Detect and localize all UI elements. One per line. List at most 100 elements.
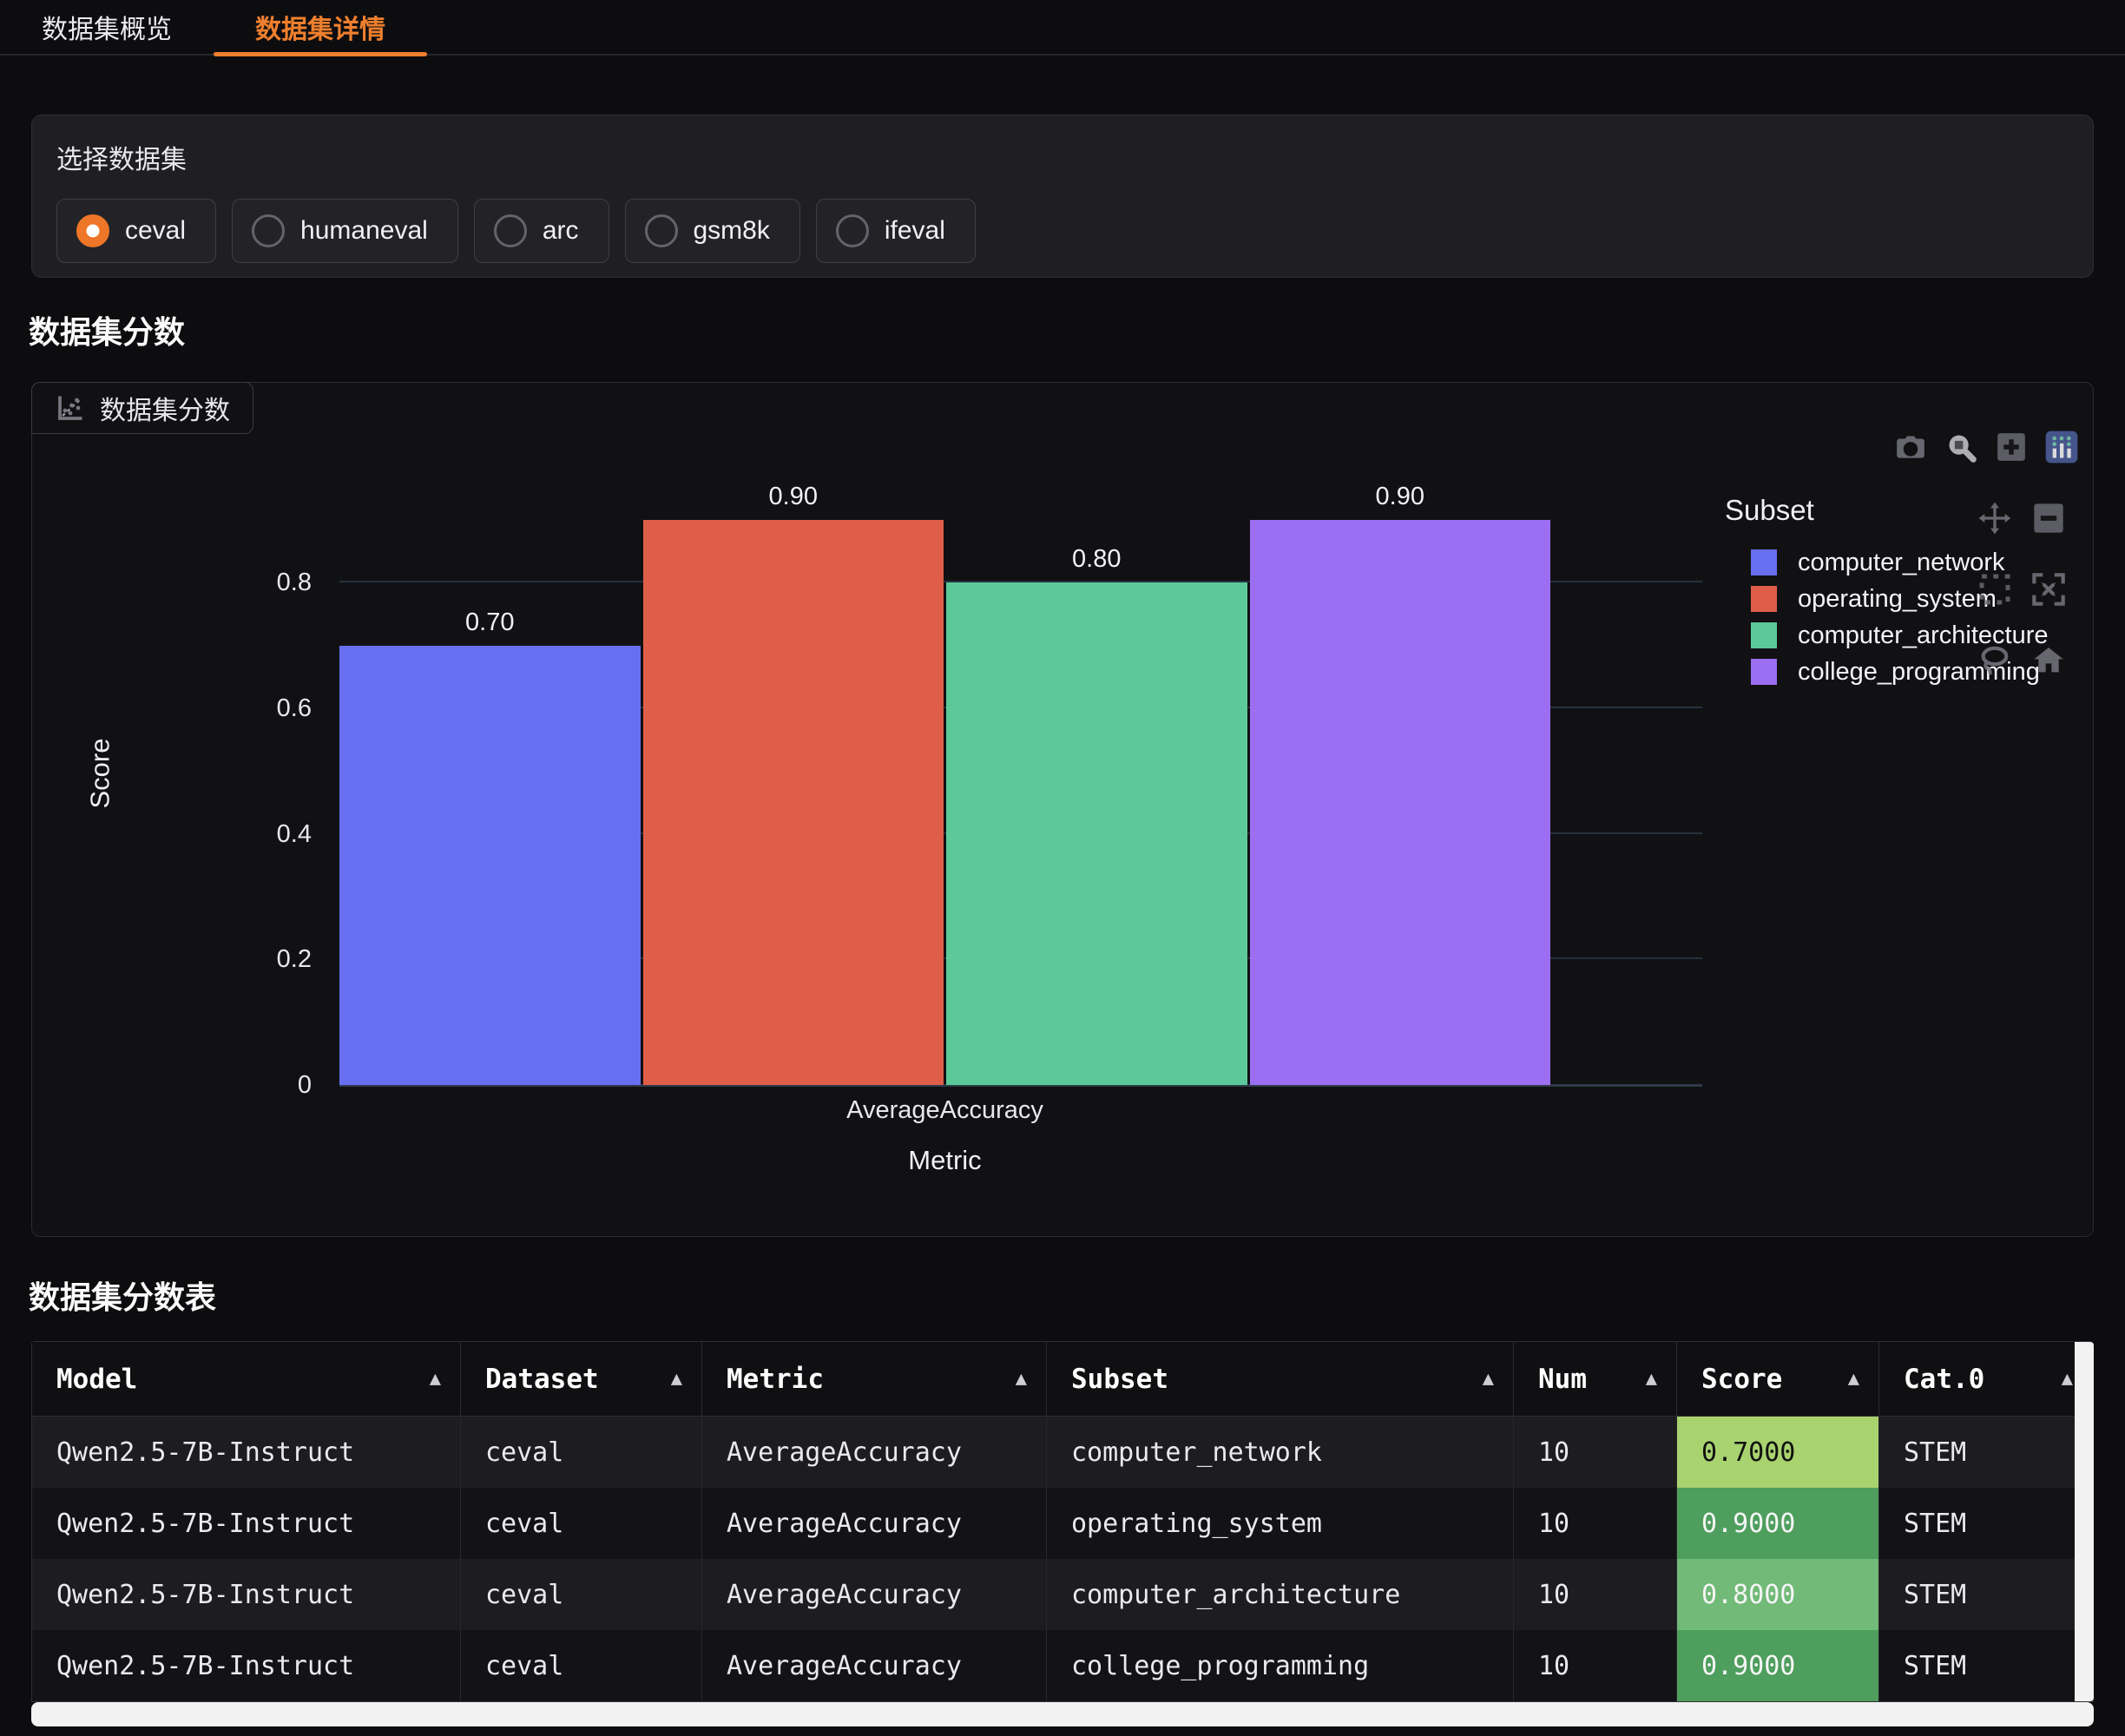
cell-cat: STEM bbox=[1879, 1559, 2093, 1630]
cell-subset: college_programming bbox=[1047, 1630, 1514, 1701]
bar-operating_system[interactable] bbox=[643, 520, 944, 1085]
radio-gsm8k[interactable]: gsm8k bbox=[625, 199, 800, 263]
x-axis-title: Metric bbox=[339, 1145, 1550, 1176]
cell-subset: operating_system bbox=[1047, 1488, 1514, 1559]
bar-computer_architecture[interactable] bbox=[946, 582, 1247, 1085]
bar-column-college_programming: 0.90 bbox=[1250, 470, 1551, 1085]
bar-value-label: 0.80 bbox=[1072, 545, 1121, 574]
radio-humaneval[interactable]: humaneval bbox=[232, 199, 458, 263]
cell-dataset: ceval bbox=[461, 1417, 702, 1488]
column-header-label: Metric bbox=[727, 1364, 824, 1395]
y-axis-title: Score bbox=[84, 739, 115, 809]
bar-column-computer_network: 0.70 bbox=[339, 470, 641, 1085]
bar-column-computer_architecture: 0.80 bbox=[946, 470, 1247, 1085]
bar-value-label: 0.90 bbox=[1376, 483, 1424, 511]
cell-dataset: ceval bbox=[461, 1630, 702, 1701]
pan-icon[interactable] bbox=[1977, 501, 2012, 536]
plot-area: 0.700.900.800.90 bbox=[339, 470, 1702, 1085]
column-header-label: Dataset bbox=[485, 1364, 599, 1395]
bar-value-label: 0.70 bbox=[465, 608, 514, 637]
tab-dataset-details[interactable]: 数据集详情 bbox=[214, 0, 427, 54]
scores-chart-panel: 数据集分数 bbox=[31, 382, 2094, 1237]
column-header-dataset[interactable]: Dataset ▲ bbox=[461, 1342, 702, 1416]
radio-arc[interactable]: arc bbox=[474, 199, 609, 263]
sort-arrow-icon[interactable]: ▲ bbox=[1483, 1368, 1494, 1390]
zoom-icon[interactable] bbox=[1944, 430, 1978, 464]
column-header-model[interactable]: Model ▲ bbox=[32, 1342, 461, 1416]
chart-panel-tab: 数据集分数 bbox=[31, 382, 253, 434]
table-vertical-scrollbar[interactable] bbox=[2075, 1342, 2094, 1701]
cell-metric: AverageAccuracy bbox=[702, 1417, 1047, 1488]
cell-score: 0.9000 bbox=[1677, 1630, 1879, 1701]
dataset-selector-label: 选择数据集 bbox=[56, 138, 2069, 176]
sort-arrow-icon[interactable]: ▲ bbox=[671, 1368, 682, 1390]
cell-model: Qwen2.5-7B-Instruct bbox=[32, 1417, 461, 1488]
y-tick-label: 0.8 bbox=[277, 564, 312, 601]
cell-num: 10 bbox=[1514, 1417, 1677, 1488]
tab-dataset-overview[interactable]: 数据集概览 bbox=[0, 0, 214, 54]
cell-cat: STEM bbox=[1879, 1488, 2093, 1559]
cell-score: 0.9000 bbox=[1677, 1488, 1879, 1559]
column-header-metric[interactable]: Metric ▲ bbox=[702, 1342, 1047, 1416]
plot-modebar bbox=[1893, 430, 2079, 464]
plot-modebar-wrapped bbox=[1970, 483, 2073, 695]
cell-num: 10 bbox=[1514, 1488, 1677, 1559]
radio-unselected-icon bbox=[645, 214, 678, 247]
zoom-out-icon[interactable] bbox=[2031, 501, 2066, 536]
cell-dataset: ceval bbox=[461, 1488, 702, 1559]
legend-label: operating_system bbox=[1798, 585, 1997, 614]
table-row: Qwen2.5-7B-InstructcevalAverageAccuracyc… bbox=[32, 1417, 2093, 1488]
cell-dataset: ceval bbox=[461, 1559, 702, 1630]
table-row: Qwen2.5-7B-InstructcevalAverageAccuracyo… bbox=[32, 1488, 2093, 1559]
scores-table: Model▲Dataset▲Metric▲Subset▲Num▲Score▲Ca… bbox=[31, 1341, 2094, 1702]
legend-swatch-icon bbox=[1751, 586, 1777, 612]
sort-arrow-icon[interactable]: ▲ bbox=[1016, 1368, 1027, 1390]
sort-arrow-icon[interactable]: ▲ bbox=[1848, 1368, 1859, 1390]
table-horizontal-scrollbar[interactable] bbox=[31, 1702, 2094, 1726]
cell-cat: STEM bbox=[1879, 1630, 2093, 1701]
column-header-label: Model bbox=[56, 1364, 137, 1395]
cell-metric: AverageAccuracy bbox=[702, 1630, 1047, 1701]
cell-model: Qwen2.5-7B-Instruct bbox=[32, 1630, 461, 1701]
y-tick-label: 0.6 bbox=[277, 690, 312, 727]
y-tick-label: 0.4 bbox=[277, 816, 312, 852]
cell-score: 0.7000 bbox=[1677, 1417, 1879, 1488]
table-row: Qwen2.5-7B-InstructcevalAverageAccuracyc… bbox=[32, 1630, 2093, 1701]
sort-arrow-icon[interactable]: ▲ bbox=[430, 1368, 441, 1390]
radio-unselected-icon bbox=[252, 214, 285, 247]
camera-icon[interactable] bbox=[1893, 430, 1928, 464]
radio-unselected-icon bbox=[836, 214, 869, 247]
dataset-radio-group: ceval humaneval arc gsm8k ifeval bbox=[56, 199, 2069, 263]
sort-arrow-icon[interactable]: ▲ bbox=[1646, 1368, 1657, 1390]
cell-metric: AverageAccuracy bbox=[702, 1488, 1047, 1559]
zoom-in-icon[interactable] bbox=[1994, 430, 2029, 464]
sort-arrow-icon[interactable]: ▲ bbox=[2062, 1368, 2073, 1390]
cell-model: Qwen2.5-7B-Instruct bbox=[32, 1559, 461, 1630]
radio-selected-icon bbox=[76, 214, 109, 247]
cell-metric: AverageAccuracy bbox=[702, 1559, 1047, 1630]
reset-home-icon[interactable] bbox=[2031, 643, 2066, 678]
column-header-num[interactable]: Num▲ bbox=[1514, 1342, 1677, 1416]
column-header-label: Subset bbox=[1071, 1364, 1168, 1395]
bar-computer_network[interactable] bbox=[339, 646, 641, 1085]
column-header-cat-0[interactable]: Cat.0▲ bbox=[1879, 1342, 2093, 1416]
radio-ifeval[interactable]: ifeval bbox=[816, 199, 976, 263]
column-header-score[interactable]: Score▲ bbox=[1677, 1342, 1879, 1416]
plotly-logo-icon[interactable] bbox=[2044, 430, 2079, 464]
cell-cat: STEM bbox=[1879, 1417, 2093, 1488]
box-select-icon[interactable] bbox=[1977, 572, 2012, 607]
lasso-icon[interactable] bbox=[1977, 643, 2012, 678]
column-header-subset[interactable]: Subset ▲ bbox=[1047, 1342, 1514, 1416]
bar-college_programming[interactable] bbox=[1250, 520, 1551, 1085]
top-tab-bar: 数据集概览 数据集详情 bbox=[0, 0, 2125, 56]
y-tick-label: 0 bbox=[298, 1067, 312, 1103]
radio-ceval[interactable]: ceval bbox=[56, 199, 216, 263]
x-axis-tick: AverageAccuracy bbox=[339, 1096, 1550, 1125]
autoscale-icon[interactable] bbox=[2031, 572, 2066, 607]
cell-model: Qwen2.5-7B-Instruct bbox=[32, 1488, 461, 1559]
y-tick-label: 0.2 bbox=[277, 941, 312, 977]
scores-section-title: 数据集分数 bbox=[29, 307, 185, 352]
dataset-selector-panel: 选择数据集 ceval humaneval arc gsm8k ifeval bbox=[31, 115, 2094, 278]
bars-group: 0.700.900.800.90 bbox=[339, 470, 1550, 1085]
legend-swatch-icon bbox=[1751, 549, 1777, 575]
